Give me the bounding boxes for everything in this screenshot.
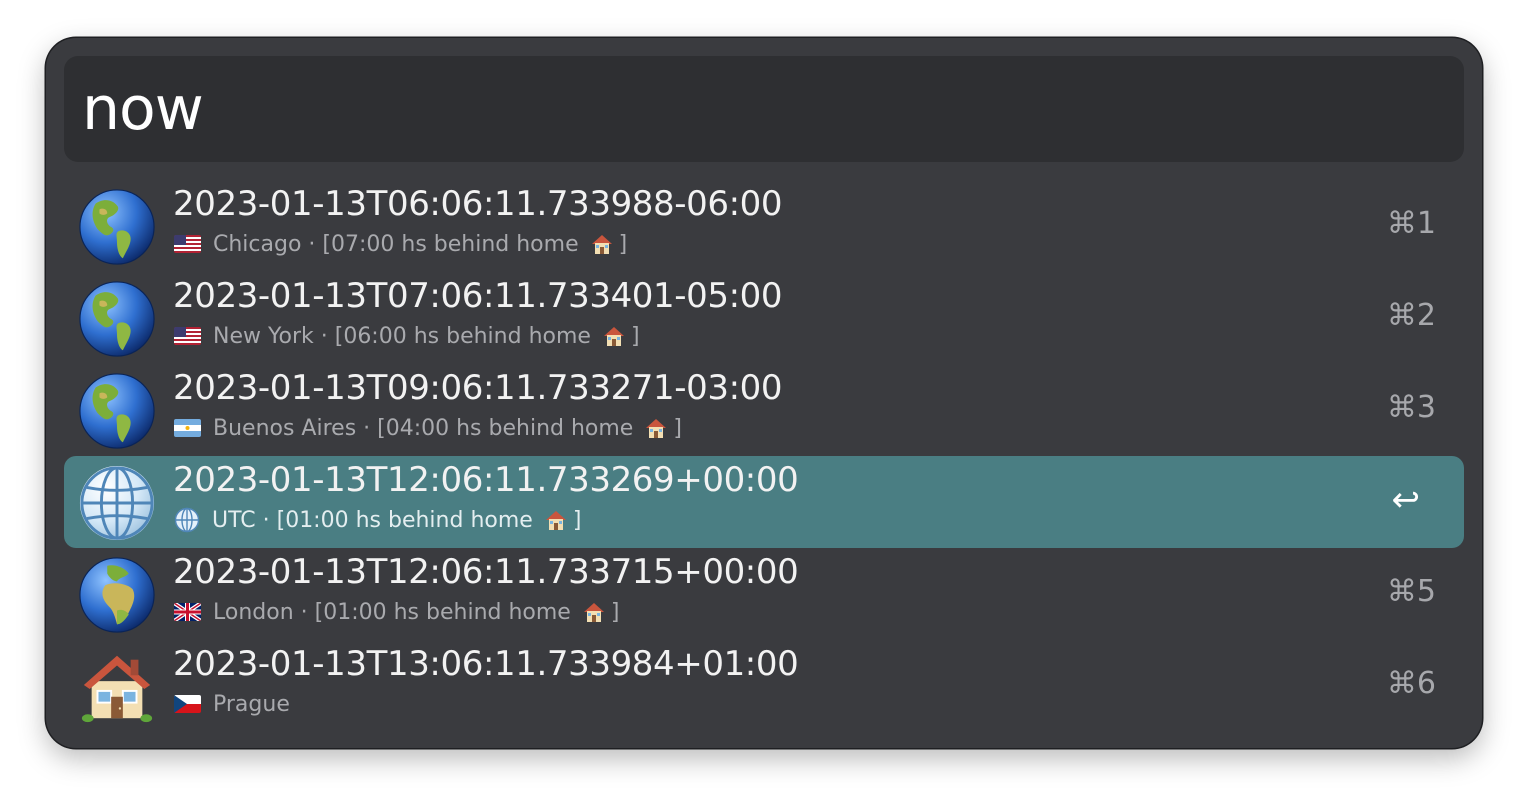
shortcut-hint: ⌘5 xyxy=(1386,574,1436,609)
result-row-chicago[interactable]: 2023-01-13T06:06:11.733988-06:00 Chicago… xyxy=(64,180,1464,272)
shortcut-hint: ⌘1 xyxy=(1386,206,1436,241)
house-icon xyxy=(589,231,615,257)
house-icon xyxy=(581,599,607,625)
shortcut-hint: ⌘2 xyxy=(1386,298,1436,333)
city-label: UTC xyxy=(212,507,256,533)
globe-americas-icon xyxy=(78,280,156,358)
globe-meridians-icon xyxy=(78,464,156,542)
offset-close: ] xyxy=(610,599,620,625)
result-row-new-york[interactable]: 2023-01-13T07:06:11.733401-05:00 New Yor… xyxy=(64,272,1464,364)
result-title: 2023-01-13T12:06:11.733269+00:00 xyxy=(173,460,799,500)
offset-label: [01:00 hs behind home xyxy=(276,507,533,533)
results-list: 2023-01-13T06:06:11.733988-06:00 Chicago… xyxy=(64,180,1464,732)
separator: · xyxy=(301,231,323,257)
city-label: Chicago xyxy=(213,231,302,257)
globe-americas-icon xyxy=(78,188,156,266)
offset-close: ] xyxy=(572,507,582,533)
result-subtitle: London · [01:00 hs behind home ] xyxy=(174,598,619,626)
offset-label: [01:00 hs behind home xyxy=(314,599,571,625)
result-subtitle: Prague xyxy=(174,690,290,718)
shortcut-hint: ⌘6 xyxy=(1386,666,1436,701)
uk-flag-icon xyxy=(174,603,201,621)
offset-label: [07:00 hs behind home xyxy=(322,231,579,257)
search-box[interactable] xyxy=(64,56,1464,162)
separator: · xyxy=(293,599,315,625)
offset-close: ] xyxy=(673,415,682,441)
return-key-icon: ↩ xyxy=(1391,480,1421,520)
offset-label: [06:00 hs behind home xyxy=(334,323,591,349)
us-flag-icon xyxy=(174,327,201,345)
result-row-buenos-aires[interactable]: 2023-01-13T09:06:11.733271-03:00 Buenos … xyxy=(64,364,1464,456)
city-label: London xyxy=(213,599,294,625)
result-title: 2023-01-13T12:06:11.733715+00:00 xyxy=(173,552,799,592)
city-label: Prague xyxy=(213,691,290,717)
result-title: 2023-01-13T09:06:11.733271-03:00 xyxy=(173,368,783,408)
house-icon xyxy=(78,648,156,726)
globe-europe-africa-icon xyxy=(78,556,156,634)
offset-label: [04:00 hs behind home xyxy=(377,415,634,441)
search-input[interactable] xyxy=(82,70,1442,148)
globe-meridians-icon xyxy=(174,507,200,533)
shortcut-hint: ⌘3 xyxy=(1386,390,1436,425)
separator: · xyxy=(313,323,335,349)
separator: · xyxy=(356,415,378,441)
result-title: 2023-01-13T06:06:11.733988-06:00 xyxy=(173,184,783,224)
result-subtitle: Buenos Aires · [04:00 hs behind home ] xyxy=(174,414,682,442)
result-subtitle: UTC · [01:00 hs behind home ] xyxy=(174,506,581,534)
result-row-prague[interactable]: 2023-01-13T13:06:11.733984+01:00 Prague … xyxy=(64,640,1464,732)
result-title: 2023-01-13T07:06:11.733401-05:00 xyxy=(173,276,783,316)
globe-americas-icon xyxy=(78,372,156,450)
result-subtitle: New York · [06:00 hs behind home ] xyxy=(174,322,640,350)
launcher-window: 2023-01-13T06:06:11.733988-06:00 Chicago… xyxy=(46,38,1482,748)
result-row-london[interactable]: 2023-01-13T12:06:11.733715+00:00 London … xyxy=(64,548,1464,640)
cz-flag-icon xyxy=(174,695,201,713)
house-icon xyxy=(643,415,669,441)
ar-flag-icon xyxy=(174,419,201,437)
city-label: Buenos Aires xyxy=(213,415,357,441)
result-title: 2023-01-13T13:06:11.733984+01:00 xyxy=(173,644,799,684)
us-flag-icon xyxy=(174,235,201,253)
separator: · xyxy=(255,507,277,533)
house-icon xyxy=(543,507,569,533)
result-subtitle: Chicago · [07:00 hs behind home ] xyxy=(174,230,627,258)
offset-close: ] xyxy=(618,231,628,257)
city-label: New York xyxy=(213,323,314,349)
offset-close: ] xyxy=(630,323,640,349)
house-icon xyxy=(601,323,627,349)
result-row-utc[interactable]: 2023-01-13T12:06:11.733269+00:00 UTC · [… xyxy=(64,456,1464,548)
